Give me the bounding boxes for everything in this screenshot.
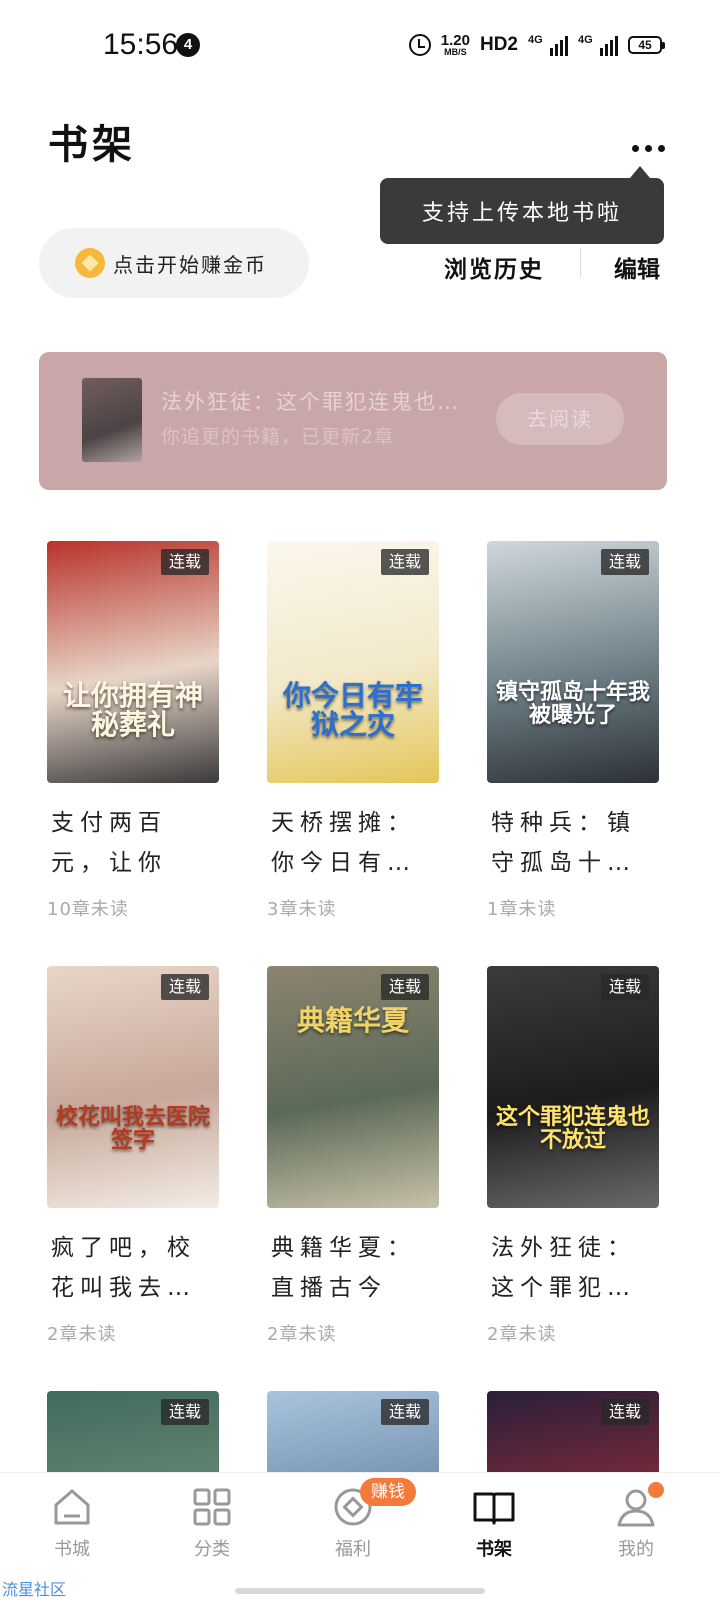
- serial-tag: 连载: [381, 974, 429, 1000]
- signal-label: 4G: [528, 34, 543, 46]
- net-speed-value: 1.20: [440, 32, 470, 49]
- continue-book-title: 法外狂徒：这个罪犯连鬼也…: [161, 390, 460, 414]
- continue-book-update: 你追更的书籍，已更新2章: [161, 426, 395, 448]
- serial-tag: 连载: [381, 1399, 429, 1425]
- book-cover: 连载你今日有牢狱之灾: [267, 541, 439, 783]
- notification-dot: [648, 1482, 664, 1498]
- continue-book-cover: [82, 378, 142, 462]
- book-item[interactable]: 连载典籍华夏典籍华夏：直播古今 2章未读: [267, 966, 439, 1346]
- grid-icon: [190, 1485, 234, 1529]
- book-unread-count: 2章未读: [487, 1324, 557, 1345]
- watermark: 流星社区: [2, 1580, 67, 1599]
- book-title: 疯了吧，校花叫我去…: [51, 1235, 196, 1301]
- nav-label: 书架: [476, 1539, 512, 1560]
- nav-label: 我的: [618, 1539, 654, 1560]
- book-unread-count: 1章未读: [487, 899, 557, 920]
- nav-label: 福利: [335, 1539, 371, 1560]
- dot-icon: [644, 144, 652, 152]
- serial-tag: 连载: [161, 549, 209, 575]
- book-title: 支付两百元，让你拥…: [51, 810, 167, 876]
- alarm-icon: [408, 34, 431, 56]
- status-bar: 15:56 4 1.20 MB/S HD2 4G 4G 45: [0, 0, 720, 90]
- nav-item-profile[interactable]: 我的: [596, 1485, 676, 1561]
- book-unread-count: 2章未读: [47, 1324, 117, 1345]
- book-item[interactable]: 连载校花叫我去医院签字疯了吧，校花叫我去… 2章未读: [47, 966, 219, 1346]
- dot-icon: [657, 144, 665, 152]
- home-indicator[interactable]: [235, 1588, 485, 1594]
- browse-history-link[interactable]: 浏览历史: [444, 250, 544, 284]
- cover-title-art: 让你拥有神秘葬礼: [62, 679, 203, 742]
- book-icon: [472, 1485, 516, 1529]
- hd-indicator: HD2: [479, 34, 518, 55]
- page-title: 书架: [48, 121, 136, 168]
- book-cover: 连载让你拥有神秘葬礼: [47, 541, 219, 783]
- coin-icon: [75, 248, 105, 278]
- book-cover: 连载镇守孤岛十年我被曝光了: [487, 541, 659, 783]
- book-unread-count: 2章未读: [267, 1324, 337, 1345]
- book-item[interactable]: 连载镇守孤岛十年我被曝光了特种兵：镇守孤岛十… 1章未读: [487, 541, 659, 921]
- dot-icon: [631, 144, 639, 152]
- nav-item-bookstore[interactable]: 书城: [32, 1485, 112, 1561]
- book-title: 法外狂徒：这个罪犯…: [491, 1235, 636, 1301]
- more-menu-button[interactable]: [624, 128, 672, 168]
- book-unread-count: 3章未读: [267, 899, 337, 920]
- serial-tag: 连载: [601, 974, 649, 1000]
- notification-badge: 4: [176, 33, 200, 57]
- book-unread-count: 10章未读: [47, 899, 129, 920]
- signal-label-2: 4G: [578, 34, 593, 46]
- serial-tag: 连载: [381, 549, 429, 575]
- continue-reading-card[interactable]: 法外狂徒：这个罪犯连鬼也… 你追更的书籍，已更新2章 去阅读: [39, 352, 667, 490]
- nav-label: 分类: [194, 1539, 230, 1560]
- upload-tooltip[interactable]: 支持上传本地书啦: [380, 166, 664, 244]
- serial-tag: 连载: [161, 974, 209, 1000]
- go-read-button[interactable]: 去阅读: [496, 393, 624, 445]
- battery-icon: 45: [628, 36, 665, 54]
- earn-coins-label: 点击开始赚金币: [113, 252, 267, 277]
- book-cover: 连载典籍华夏: [267, 966, 439, 1208]
- book-cover: 连载这个罪犯连鬼也不放过: [487, 966, 659, 1208]
- divider: [580, 248, 581, 278]
- book-cover: 连载校花叫我去医院签字: [47, 966, 219, 1208]
- serial-tag: 连载: [601, 549, 649, 575]
- cover-title-art: 这个罪犯连鬼也不放过: [495, 1104, 650, 1154]
- net-speed-unit: MB/S: [444, 47, 467, 57]
- book-item[interactable]: 连载你今日有牢狱之灾天桥摆摊：你今日有… 3章未读: [267, 541, 439, 921]
- nav-label: 书城: [54, 1539, 90, 1560]
- nav-item-bookshelf[interactable]: 书架: [454, 1485, 534, 1561]
- serial-tag: 连载: [161, 1399, 209, 1425]
- serial-tag: 连载: [601, 1399, 649, 1425]
- cover-title-art: 镇守孤岛十年我被曝光了: [495, 679, 650, 729]
- nav-item-category[interactable]: 分类: [172, 1485, 252, 1561]
- signal-icon-2: 4G: [578, 34, 618, 56]
- book-title: 特种兵：镇守孤岛十…: [491, 810, 636, 876]
- earn-coins-button[interactable]: 点击开始赚金币: [39, 228, 309, 298]
- book-item[interactable]: 连载这个罪犯连鬼也不放过法外狂徒：这个罪犯… 2章未读: [487, 966, 659, 1346]
- book-item[interactable]: 连载让你拥有神秘葬礼支付两百元，让你拥… 10章未读: [47, 541, 219, 921]
- cover-title-art: 你今日有牢狱之灾: [282, 679, 423, 742]
- signal-icon: 4G: [528, 34, 568, 56]
- status-time: 15:56: [103, 28, 179, 61]
- cover-title-art: 校花叫我去医院签字: [55, 1104, 210, 1154]
- edit-link[interactable]: 编辑: [614, 250, 660, 284]
- earn-money-badge: 赚钱: [360, 1478, 416, 1506]
- home-icon: [50, 1485, 94, 1529]
- net-speed: 1.20 MB/S: [441, 33, 470, 57]
- cover-title-art: 典籍华夏: [296, 1004, 409, 1037]
- status-icons: 1.20 MB/S HD2 4G 4G 45: [408, 30, 665, 60]
- book-title: 典籍华夏：直播古今: [271, 1235, 416, 1301]
- book-title: 天桥摆摊：你今日有…: [271, 810, 416, 876]
